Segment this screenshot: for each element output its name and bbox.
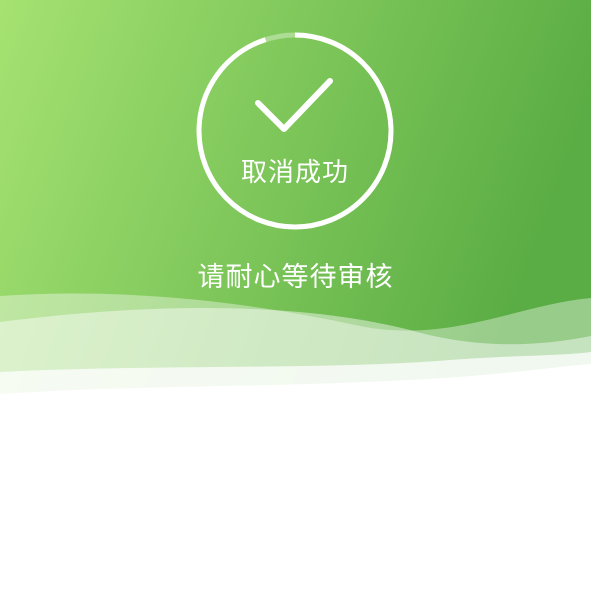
status-header: 取消成功 请耐心等待审核 xyxy=(0,0,591,400)
content-area xyxy=(0,400,591,594)
cancel-success-screen: 取消成功 请耐心等待审核 xyxy=(0,0,591,594)
status-message: 请耐心等待审核 xyxy=(197,262,394,293)
status-title: 取消成功 xyxy=(240,158,349,188)
checkmark-icon xyxy=(255,78,333,132)
status-ring: 取消成功 xyxy=(194,30,396,232)
